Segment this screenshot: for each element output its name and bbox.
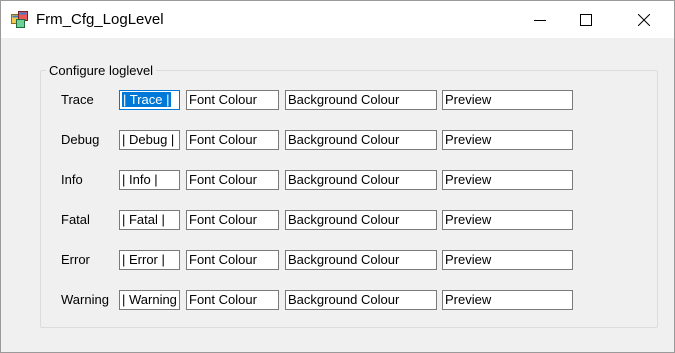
app-icon: [11, 11, 28, 28]
main-window: Frm_Cfg_LogLevel Configure loglevel Trac…: [0, 0, 675, 353]
level-textbox-error[interactable]: | Error |: [119, 250, 180, 270]
font-colour-field-info[interactable]: Font Colour: [186, 170, 279, 190]
groupbox-legend: Configure loglevel: [46, 63, 157, 78]
close-button[interactable]: [621, 1, 667, 38]
background-colour-field-warning[interactable]: Background Colour: [285, 290, 437, 310]
maximize-button[interactable]: [563, 1, 609, 38]
font-colour-field-debug[interactable]: Font Colour: [186, 130, 279, 150]
level-textbox-warning[interactable]: | Warning |: [119, 290, 180, 310]
font-colour-field-warning[interactable]: Font Colour: [186, 290, 279, 310]
window-title: Frm_Cfg_LogLevel: [36, 11, 164, 28]
level-textbox-trace[interactable]: | Trace |: [119, 90, 180, 110]
row-label-debug: Debug: [61, 132, 100, 147]
row-label-error: Error: [61, 252, 90, 267]
preview-field-trace[interactable]: Preview: [442, 90, 573, 110]
preview-field-error[interactable]: Preview: [442, 250, 573, 270]
preview-field-fatal[interactable]: Preview: [442, 210, 573, 230]
background-colour-field-debug[interactable]: Background Colour: [285, 130, 437, 150]
level-textbox-info[interactable]: | Info |: [119, 170, 180, 190]
maximize-icon: [580, 13, 592, 26]
preview-field-info[interactable]: Preview: [442, 170, 573, 190]
background-colour-field-error[interactable]: Background Colour: [285, 250, 437, 270]
preview-field-warning[interactable]: Preview: [442, 290, 573, 310]
background-colour-field-trace[interactable]: Background Colour: [285, 90, 437, 110]
level-textbox-debug[interactable]: | Debug |: [119, 130, 180, 150]
minimize-icon: [534, 19, 546, 21]
close-icon: [638, 13, 650, 26]
row-label-fatal: Fatal: [61, 212, 90, 227]
level-textbox-fatal[interactable]: | Fatal |: [119, 210, 180, 230]
font-colour-field-trace[interactable]: Font Colour: [186, 90, 279, 110]
row-label-trace: Trace: [61, 92, 94, 107]
minimize-button[interactable]: [517, 1, 563, 38]
font-colour-field-fatal[interactable]: Font Colour: [186, 210, 279, 230]
background-colour-field-info[interactable]: Background Colour: [285, 170, 437, 190]
preview-field-debug[interactable]: Preview: [442, 130, 573, 150]
row-label-info: Info: [61, 172, 83, 187]
background-colour-field-fatal[interactable]: Background Colour: [285, 210, 437, 230]
title-bar[interactable]: Frm_Cfg_LogLevel: [1, 1, 674, 38]
row-label-warning: Warning: [61, 292, 109, 307]
font-colour-field-error[interactable]: Font Colour: [186, 250, 279, 270]
